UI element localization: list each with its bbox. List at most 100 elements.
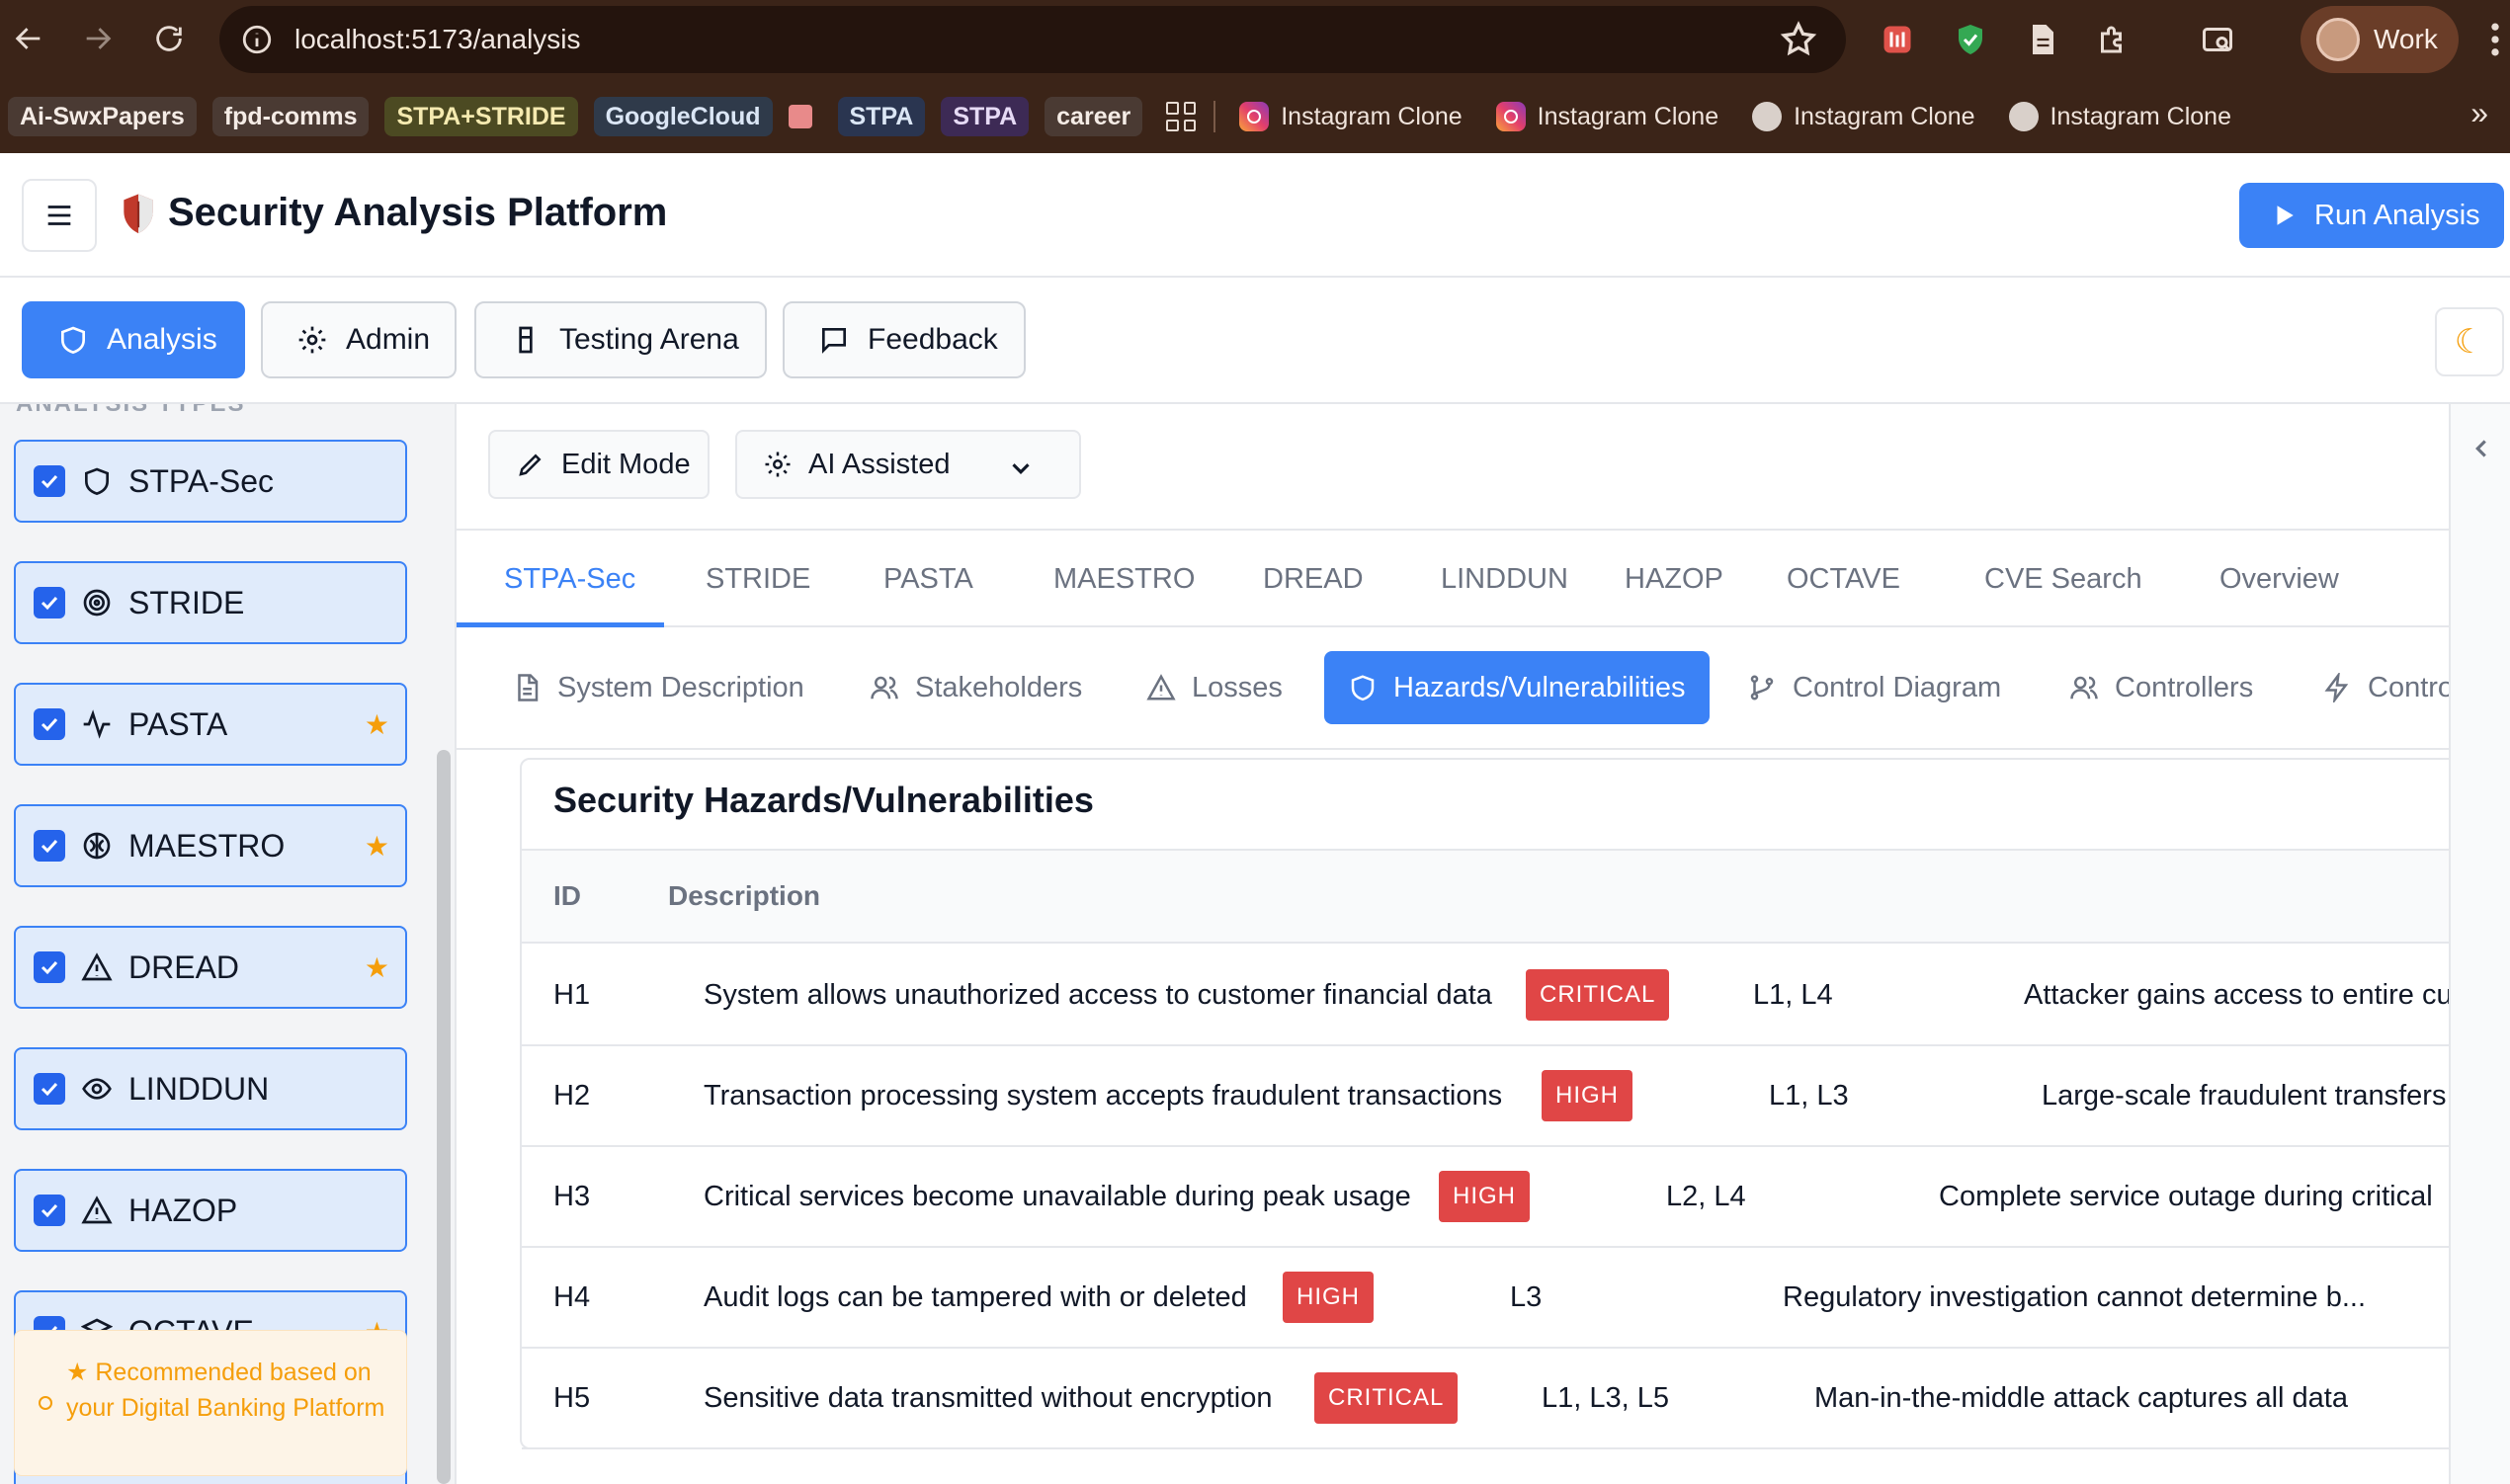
apps-grid-icon[interactable] [1166, 102, 1197, 131]
collapse-panel-button[interactable] [2449, 404, 2510, 1484]
section-tab-stakeholders[interactable]: Stakeholders [870, 651, 1082, 724]
checkbox[interactable] [34, 951, 65, 983]
tab-analysis[interactable]: Analysis [22, 301, 245, 378]
method-tab-linddun[interactable]: LINDDUN [1441, 531, 1568, 627]
section-tab-label: Stakeholders [915, 671, 1083, 703]
tab-search-icon[interactable] [2196, 18, 2239, 61]
document-icon [518, 674, 539, 701]
url-text[interactable]: localhost:5173/analysis [294, 24, 581, 55]
bookmark-link[interactable]: Instagram Clone [1495, 102, 1718, 131]
method-tab-cve-search[interactable]: CVE Search [1984, 531, 2142, 627]
hazards-card: Security Hazards/Vulnerabilities ID Desc… [520, 758, 2449, 1449]
method-tab-overview[interactable]: Overview [2219, 531, 2339, 627]
avatar [2316, 18, 2360, 61]
check-icon [41, 1203, 58, 1218]
zap-icon [2324, 673, 2349, 702]
bookmark-link[interactable]: Instagram Clone [2008, 102, 2231, 131]
table-row[interactable]: H4 Audit logs can be tampered with or del… [522, 1248, 2449, 1349]
bookmark-star-icon[interactable] [1779, 20, 1818, 59]
bookmark-divider [1213, 101, 1216, 132]
browser-menu-icon[interactable] [2485, 18, 2505, 61]
analysis-type-linddun[interactable]: LINDDUN [14, 1047, 407, 1130]
method-tab-maestro[interactable]: MAESTRO [1053, 531, 1195, 627]
bookmark-chip[interactable]: GoogleCloud [593, 97, 773, 136]
bookmark-link[interactable]: Instagram Clone [1239, 102, 1463, 131]
tab-feedback[interactable]: Feedback [783, 301, 1026, 378]
checkbox[interactable] [34, 708, 65, 740]
pencil-icon [519, 453, 542, 476]
section-tab-label: Control Diagram [1793, 671, 2002, 703]
back-icon[interactable] [4, 14, 53, 63]
edit-mode-button[interactable]: Edit Mode [488, 430, 710, 499]
hazard-impact: Attacker gains access to entire cu [2024, 979, 2449, 1011]
hazards-title: Security Hazards/Vulnerabilities [553, 780, 1094, 820]
analysis-type-label: LINDDUN [128, 1070, 270, 1107]
theme-toggle-button[interactable]: ☾ [2435, 307, 2504, 376]
bookmark-label: Instagram Clone [1281, 102, 1463, 130]
section-tab-controllers[interactable]: Controllers [2069, 651, 2253, 724]
document-extension-icon[interactable] [2020, 18, 2063, 61]
extension-icon[interactable] [1876, 18, 1919, 61]
address-bar[interactable]: localhost:5173/analysis [219, 6, 1846, 73]
hazard-description: Sensitive data transmitted without encry… [704, 1382, 1273, 1414]
hazard-id: H2 [553, 1080, 591, 1112]
method-tab-stpa-sec[interactable]: STPA-Sec [504, 531, 635, 627]
shield-logo-icon [124, 194, 153, 234]
table-row[interactable]: H5 Sensitive data transmitted without enc… [522, 1349, 2449, 1449]
analysis-type-stpa-sec[interactable]: STPA-Sec [14, 440, 407, 523]
bookmark-chip[interactable]: fpd-comms [211, 97, 370, 136]
bookmark-folder-icon[interactable] [788, 105, 812, 128]
puzzle-icon[interactable] [2091, 18, 2134, 61]
analysis-type-maestro[interactable]: MAESTRO ★ [14, 804, 407, 887]
checkbox[interactable] [34, 1073, 65, 1105]
bookmark-chip[interactable]: STPA+STRIDE [384, 97, 578, 136]
check-icon [41, 474, 58, 489]
analysis-type-dread[interactable]: DREAD ★ [14, 926, 407, 1009]
table-row[interactable]: H2 Transaction processing system accepts … [522, 1046, 2449, 1147]
shield-icon [85, 467, 109, 496]
method-tab-hazop[interactable]: HAZOP [1625, 531, 1723, 627]
analysis-type-pasta[interactable]: PASTA ★ [14, 683, 407, 766]
checkbox[interactable] [34, 587, 65, 618]
instagram-icon [1239, 102, 1270, 131]
analysis-type-stride[interactable]: STRIDE [14, 561, 407, 644]
tab-testing-arena[interactable]: Testing Arena [474, 301, 767, 378]
sidebar-scrollbar[interactable] [437, 750, 451, 1484]
section-tab-control-diagram[interactable]: Control Diagram [1747, 651, 2001, 724]
checkbox[interactable] [34, 830, 65, 862]
section-tab-losses[interactable]: Losses [1146, 651, 1283, 724]
bookmarks-overflow-button[interactable]: » [2470, 95, 2488, 131]
recommendation-note: ★ Recommended based on your Digital Bank… [14, 1330, 407, 1476]
shield-icon [1351, 675, 1375, 701]
page-title: Security Analysis Platform [168, 191, 668, 234]
bookmark-link[interactable]: Instagram Clone [1752, 102, 1975, 131]
menu-button[interactable] [22, 179, 97, 252]
table-header: ID Description [522, 849, 2449, 944]
method-tab-pasta[interactable]: PASTA [883, 531, 973, 627]
tab-admin[interactable]: Admin [261, 301, 457, 378]
method-tab-stride[interactable]: STRIDE [706, 531, 810, 627]
bookmark-chip[interactable]: STPA [941, 97, 1030, 136]
method-tab-octave[interactable]: OCTAVE [1787, 531, 1900, 627]
section-tab-system-description[interactable]: System Description [512, 651, 804, 724]
forward-icon[interactable] [73, 14, 123, 63]
bookmark-chip[interactable]: Ai-SwxPapers [8, 97, 197, 136]
reload-icon[interactable] [144, 14, 194, 63]
bookmark-chip[interactable]: STPA [837, 97, 926, 136]
checkbox[interactable] [34, 1195, 65, 1226]
section-tab-hazards-vulnerabilities[interactable]: Hazards/Vulnerabilities [1324, 651, 1710, 724]
method-tab-dread[interactable]: DREAD [1263, 531, 1364, 627]
shield-extension-icon[interactable] [1949, 18, 1992, 61]
analysis-type-hazop[interactable]: HAZOP [14, 1169, 407, 1252]
ai-mode-select[interactable]: AI Assisted [735, 430, 1081, 499]
run-analysis-button[interactable]: Run Analysis [2239, 183, 2504, 248]
app-header: Security Analysis Platform Run Analysis [0, 153, 2510, 278]
checkbox[interactable] [34, 465, 65, 497]
site-info-icon[interactable] [237, 20, 277, 59]
table-row[interactable]: H1 System allows unauthorized access to c… [522, 946, 2449, 1046]
bookmark-chip[interactable]: career [1045, 97, 1143, 136]
section-tab-contro[interactable]: Contro [2322, 651, 2449, 724]
profile-chip[interactable]: Work [2301, 6, 2459, 73]
bookmarks-bar: Ai-SwxPapers fpd-comms STPA+STRIDE GoogleCl… [0, 80, 2510, 153]
table-row[interactable]: H3 Critical services become unavailable d… [522, 1147, 2449, 1248]
